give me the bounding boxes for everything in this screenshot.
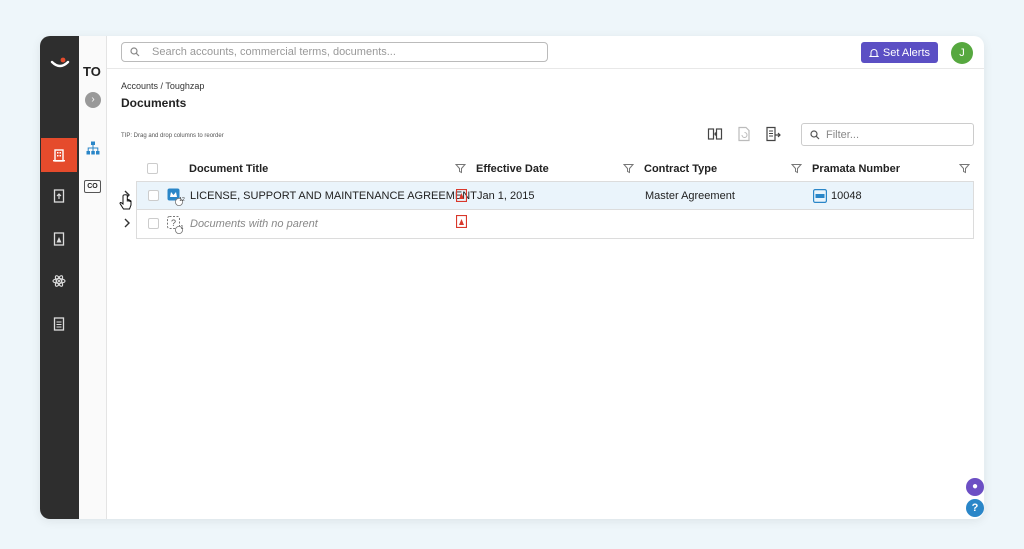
pramata-document-icon [813, 189, 827, 203]
lightbulb-help-icon[interactable]: ● [966, 478, 984, 496]
app-window: TO › CO Set Alerts J Accounts / Toughzap… [40, 36, 984, 519]
logo-icon [50, 57, 70, 68]
nav-upload-document-icon[interactable] [41, 179, 77, 213]
grid-header: Document Title Effective Date Contract T… [136, 157, 974, 181]
row-checkbox[interactable] [148, 190, 159, 201]
nav-pdf-document-icon[interactable] [41, 222, 77, 256]
set-alerts-label: Set Alerts [882, 46, 930, 59]
page-title: Documents [121, 96, 187, 110]
column-header-contract-type[interactable]: Contract Type [644, 163, 717, 175]
column-filter-icon[interactable] [455, 163, 466, 174]
table-row[interactable]: 12 LICENSE, SUPPORT AND MAINTENANCE AGRE… [124, 181, 974, 210]
nav-atom-icon[interactable] [41, 264, 77, 298]
refresh-document-icon[interactable] [736, 126, 752, 142]
contract-type-cell: Master Agreement [645, 190, 735, 202]
document-title-cell[interactable]: Documents with no parent [190, 218, 318, 230]
column-filter-icon[interactable] [623, 163, 634, 174]
hand-cursor-icon [119, 194, 132, 210]
column-filter-icon[interactable] [959, 163, 970, 174]
breadcrumb[interactable]: Accounts / Toughzap [121, 81, 204, 91]
document-title-cell[interactable]: LICENSE, SUPPORT AND MAINTENANCE AGREEME… [190, 190, 477, 202]
co-badge[interactable]: CO [84, 180, 101, 193]
filter-input[interactable] [826, 128, 966, 141]
nav-report-icon[interactable] [41, 307, 77, 341]
search-icon [130, 47, 140, 57]
account-short-title: TO [83, 64, 101, 79]
pdf-icon[interactable] [456, 189, 467, 202]
user-avatar[interactable]: J [951, 42, 973, 64]
expand-arrow-icon[interactable]: › [85, 92, 101, 108]
pdf-icon[interactable] [456, 215, 467, 228]
row-checkbox[interactable] [148, 218, 159, 229]
export-document-icon[interactable] [765, 126, 781, 142]
secondary-nav: TO › CO [79, 36, 107, 519]
documents-grid: Document Title Effective Date Contract T… [124, 157, 974, 239]
top-bar: Set Alerts J [107, 36, 984, 69]
column-header-effective-date[interactable]: Effective Date [476, 163, 549, 175]
effective-date-cell: Jan 1, 2015 [477, 190, 535, 202]
search-input[interactable] [152, 46, 532, 58]
left-rail [40, 36, 79, 519]
compare-documents-icon[interactable] [707, 126, 723, 142]
question-help-icon[interactable]: ? [966, 499, 984, 517]
table-row[interactable]: ? 1 Documents with no parent [124, 210, 974, 239]
tip-text: TIP: Drag and drop columns to reorder [121, 133, 224, 139]
nav-accounts-icon[interactable] [41, 138, 77, 172]
expand-row-chevron-icon[interactable] [123, 218, 131, 228]
column-header-pramata-number[interactable]: Pramata Number [812, 163, 900, 175]
column-filter-icon[interactable] [791, 163, 802, 174]
select-all-checkbox[interactable] [147, 163, 158, 174]
bell-icon [868, 48, 879, 57]
main-content: Set Alerts J Accounts / Toughzap Documen… [107, 36, 984, 519]
set-alerts-button[interactable]: Set Alerts [860, 42, 938, 63]
filter-search-icon [810, 129, 820, 139]
hierarchy-icon[interactable] [86, 141, 100, 155]
search-box[interactable] [121, 42, 548, 62]
pramata-number-cell[interactable]: 10048 [831, 190, 862, 202]
filter-box[interactable] [801, 123, 974, 146]
child-count-badge: 1 [180, 225, 184, 231]
column-header-document-title[interactable]: Document Title [189, 163, 268, 175]
child-count-badge: 12 [179, 197, 185, 203]
